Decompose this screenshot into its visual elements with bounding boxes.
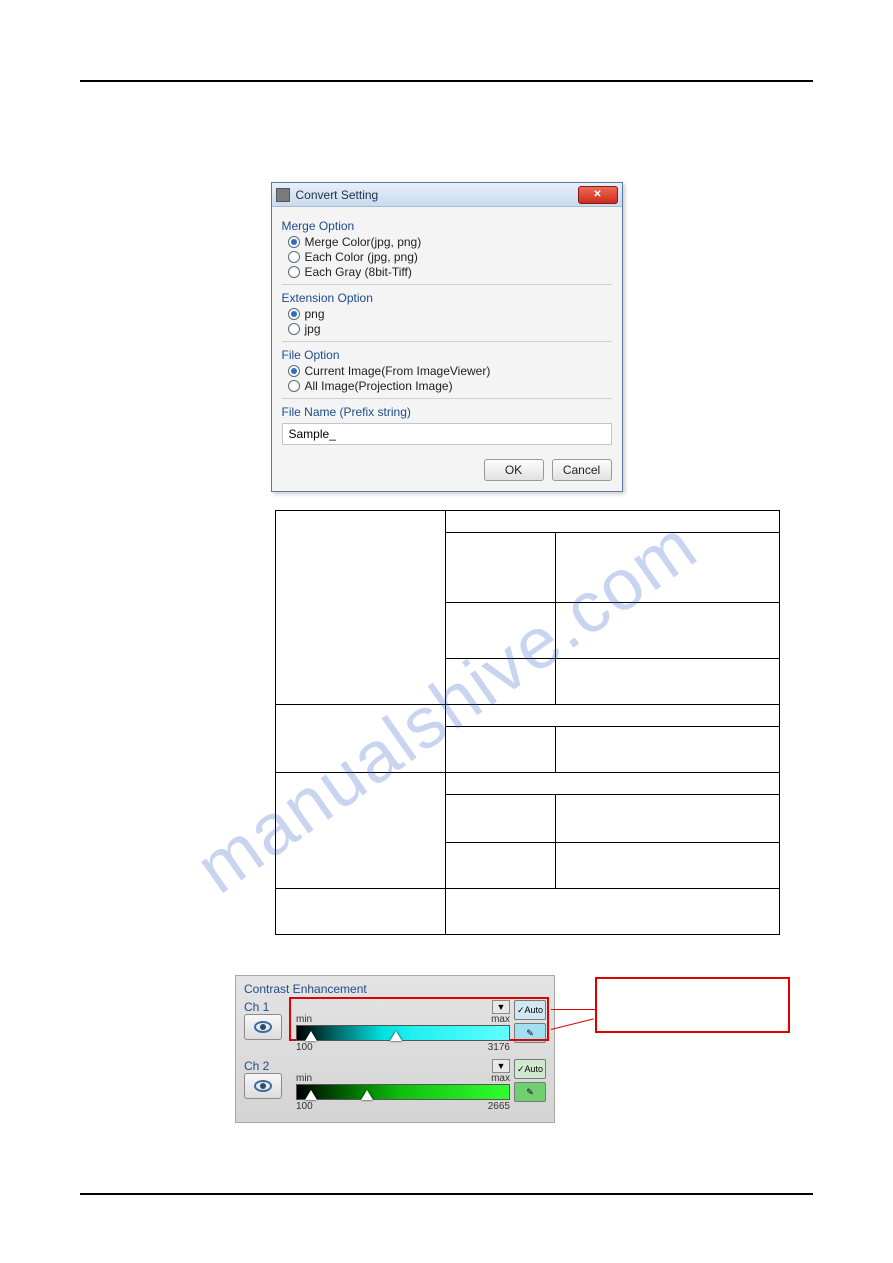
radio-label: png (305, 307, 325, 321)
radio-icon (288, 323, 300, 335)
radio-label: Current Image(From ImageViewer) (305, 364, 491, 378)
channel-2-adjust-button[interactable]: ✎ (514, 1082, 546, 1102)
app-icon (276, 188, 290, 202)
annotation-callout-box (595, 977, 790, 1033)
channel-1-label: Ch 1 (244, 1000, 282, 1014)
slider-handle-max[interactable] (390, 1031, 402, 1041)
header-rule (80, 80, 813, 82)
auto-label: Auto (525, 1005, 544, 1015)
radio-label: jpg (305, 322, 321, 336)
radio-icon (288, 251, 300, 263)
radio-all-image[interactable]: All Image(Projection Image) (288, 379, 612, 393)
file-option-label: File Option (282, 348, 612, 362)
channel-1-gradient-slider[interactable] (296, 1025, 510, 1041)
radio-current-image[interactable]: Current Image(From ImageViewer) (288, 364, 612, 378)
contrast-enhancement-panel: Contrast Enhancement Ch 1 ▼ min (235, 975, 555, 1123)
slider-handle-min[interactable] (305, 1090, 317, 1100)
ok-button[interactable]: OK (484, 459, 544, 481)
chevron-down-icon: ▼ (497, 1002, 506, 1012)
channel-2-dropdown[interactable]: ▼ (492, 1059, 510, 1073)
radio-icon (288, 365, 300, 377)
file-name-input[interactable] (282, 423, 612, 445)
ok-label: OK (505, 463, 522, 477)
min-label: min (296, 1073, 312, 1084)
radio-icon (288, 380, 300, 392)
channel-1-min-value: 100 (296, 1042, 313, 1053)
dialog-title: Convert Setting (296, 188, 578, 202)
channel-1-visibility-toggle[interactable] (244, 1014, 282, 1040)
radio-each-color[interactable]: Each Color (jpg, png) (288, 250, 612, 264)
contrast-title: Contrast Enhancement (244, 982, 546, 996)
radio-icon (288, 236, 300, 248)
max-label: max (491, 1073, 510, 1084)
channel-1-adjust-button[interactable]: ✎ (514, 1023, 546, 1043)
eye-icon (254, 1080, 272, 1092)
dialog-titlebar: Convert Setting ✕ (272, 183, 622, 207)
slider-handle-max[interactable] (361, 1090, 373, 1100)
annotation-leader-line (551, 1018, 594, 1030)
radio-label: Each Gray (8bit-Tiff) (305, 265, 412, 279)
close-icon: ✕ (593, 189, 601, 200)
adjust-icon: ✎ (526, 1028, 534, 1039)
annotation-leader-line (551, 1009, 595, 1010)
auto-label: Auto (525, 1064, 544, 1074)
channel-1-dropdown[interactable]: ▼ (492, 1000, 510, 1014)
options-table (275, 510, 780, 935)
channel-2-max-value: 2665 (488, 1101, 510, 1112)
adjust-icon: ✎ (526, 1087, 534, 1098)
channel-2-visibility-toggle[interactable] (244, 1073, 282, 1099)
footer-rule (80, 1193, 813, 1195)
cancel-label: Cancel (563, 463, 600, 477)
slider-handle-min[interactable] (305, 1031, 317, 1041)
channel-2-min-value: 100 (296, 1101, 313, 1112)
radio-label: All Image(Projection Image) (305, 379, 453, 393)
chevron-down-icon: ▼ (497, 1061, 506, 1071)
radio-icon (288, 266, 300, 278)
channel-2-auto-button[interactable]: ✓Auto (514, 1059, 546, 1079)
radio-jpg[interactable]: jpg (288, 322, 612, 336)
close-button[interactable]: ✕ (578, 186, 618, 204)
channel-2-label: Ch 2 (244, 1059, 282, 1073)
radio-each-gray[interactable]: Each Gray (8bit-Tiff) (288, 265, 612, 279)
radio-merge-color[interactable]: Merge Color(jpg, png) (288, 235, 612, 249)
radio-label: Each Color (jpg, png) (305, 250, 418, 264)
eye-icon (254, 1021, 272, 1033)
channel-2-gradient-slider[interactable] (296, 1084, 510, 1100)
min-label: min (296, 1014, 312, 1025)
file-name-label: File Name (Prefix string) (282, 405, 612, 419)
channel-1-max-value: 3176 (488, 1042, 510, 1053)
merge-option-label: Merge Option (282, 219, 612, 233)
radio-label: Merge Color(jpg, png) (305, 235, 422, 249)
channel-1-auto-button[interactable]: ✓Auto (514, 1000, 546, 1020)
max-label: max (491, 1014, 510, 1025)
radio-icon (288, 308, 300, 320)
convert-setting-dialog: Convert Setting ✕ Merge Option Merge Col… (271, 182, 623, 492)
cancel-button[interactable]: Cancel (552, 459, 612, 481)
radio-png[interactable]: png (288, 307, 612, 321)
extension-option-label: Extension Option (282, 291, 612, 305)
